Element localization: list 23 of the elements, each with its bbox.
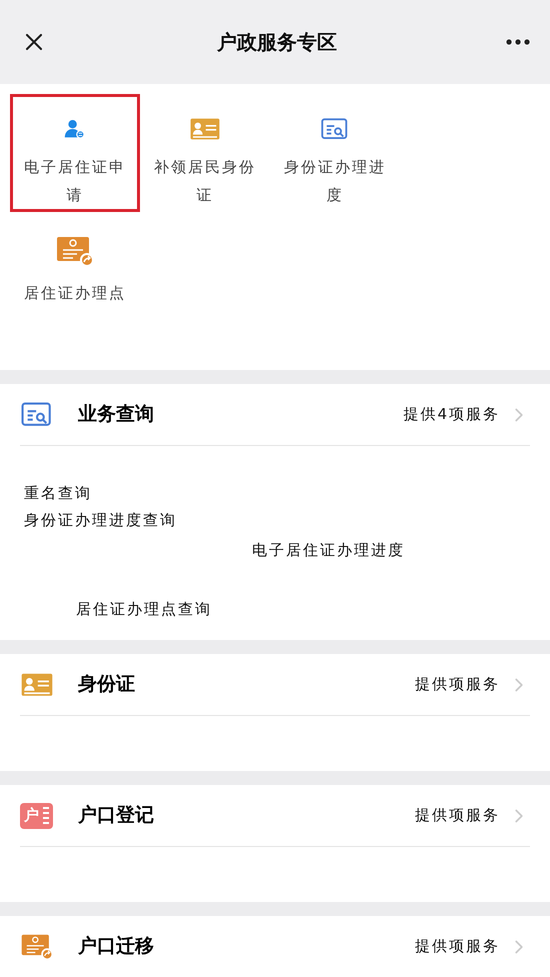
more-icon — [506, 39, 530, 45]
section-link[interactable]: 提供项服务 — [415, 935, 530, 958]
household-register-icon: 户 — [20, 802, 53, 828]
section-title: 业务查询 — [78, 402, 154, 428]
shortcut-item[interactable]: 居住证办理点 — [10, 212, 140, 330]
shortcut-item[interactable]: 补领居民身份证 — [140, 94, 270, 212]
section-link[interactable]: 提供4项服务 — [403, 403, 530, 426]
query-link[interactable]: 重名查询 — [24, 446, 92, 504]
id-card-icon — [20, 672, 54, 698]
section-link[interactable]: 提供项服务 — [415, 673, 530, 696]
section-link[interactable]: 提供项服务 — [415, 804, 530, 827]
section-title: 户口迁移 — [78, 934, 154, 960]
shortcut-item[interactable]: 电子居住证申请 — [10, 94, 140, 212]
document-share-icon — [20, 932, 54, 960]
shortcut-item[interactable]: 身份证办理进度 — [270, 94, 400, 212]
search-document-icon — [20, 400, 54, 428]
document-share-icon — [55, 235, 95, 267]
query-link[interactable]: 身份证办理进度查询 — [24, 504, 177, 531]
section-title: 身份证 — [78, 672, 135, 698]
section-title: 户口登记 — [78, 803, 154, 828]
page-title: 户政服务专区 — [217, 29, 337, 56]
query-link[interactable]: 电子居住证办理进度 — [252, 531, 405, 562]
query-link[interactable]: 居住证办理点查询 — [76, 562, 212, 620]
